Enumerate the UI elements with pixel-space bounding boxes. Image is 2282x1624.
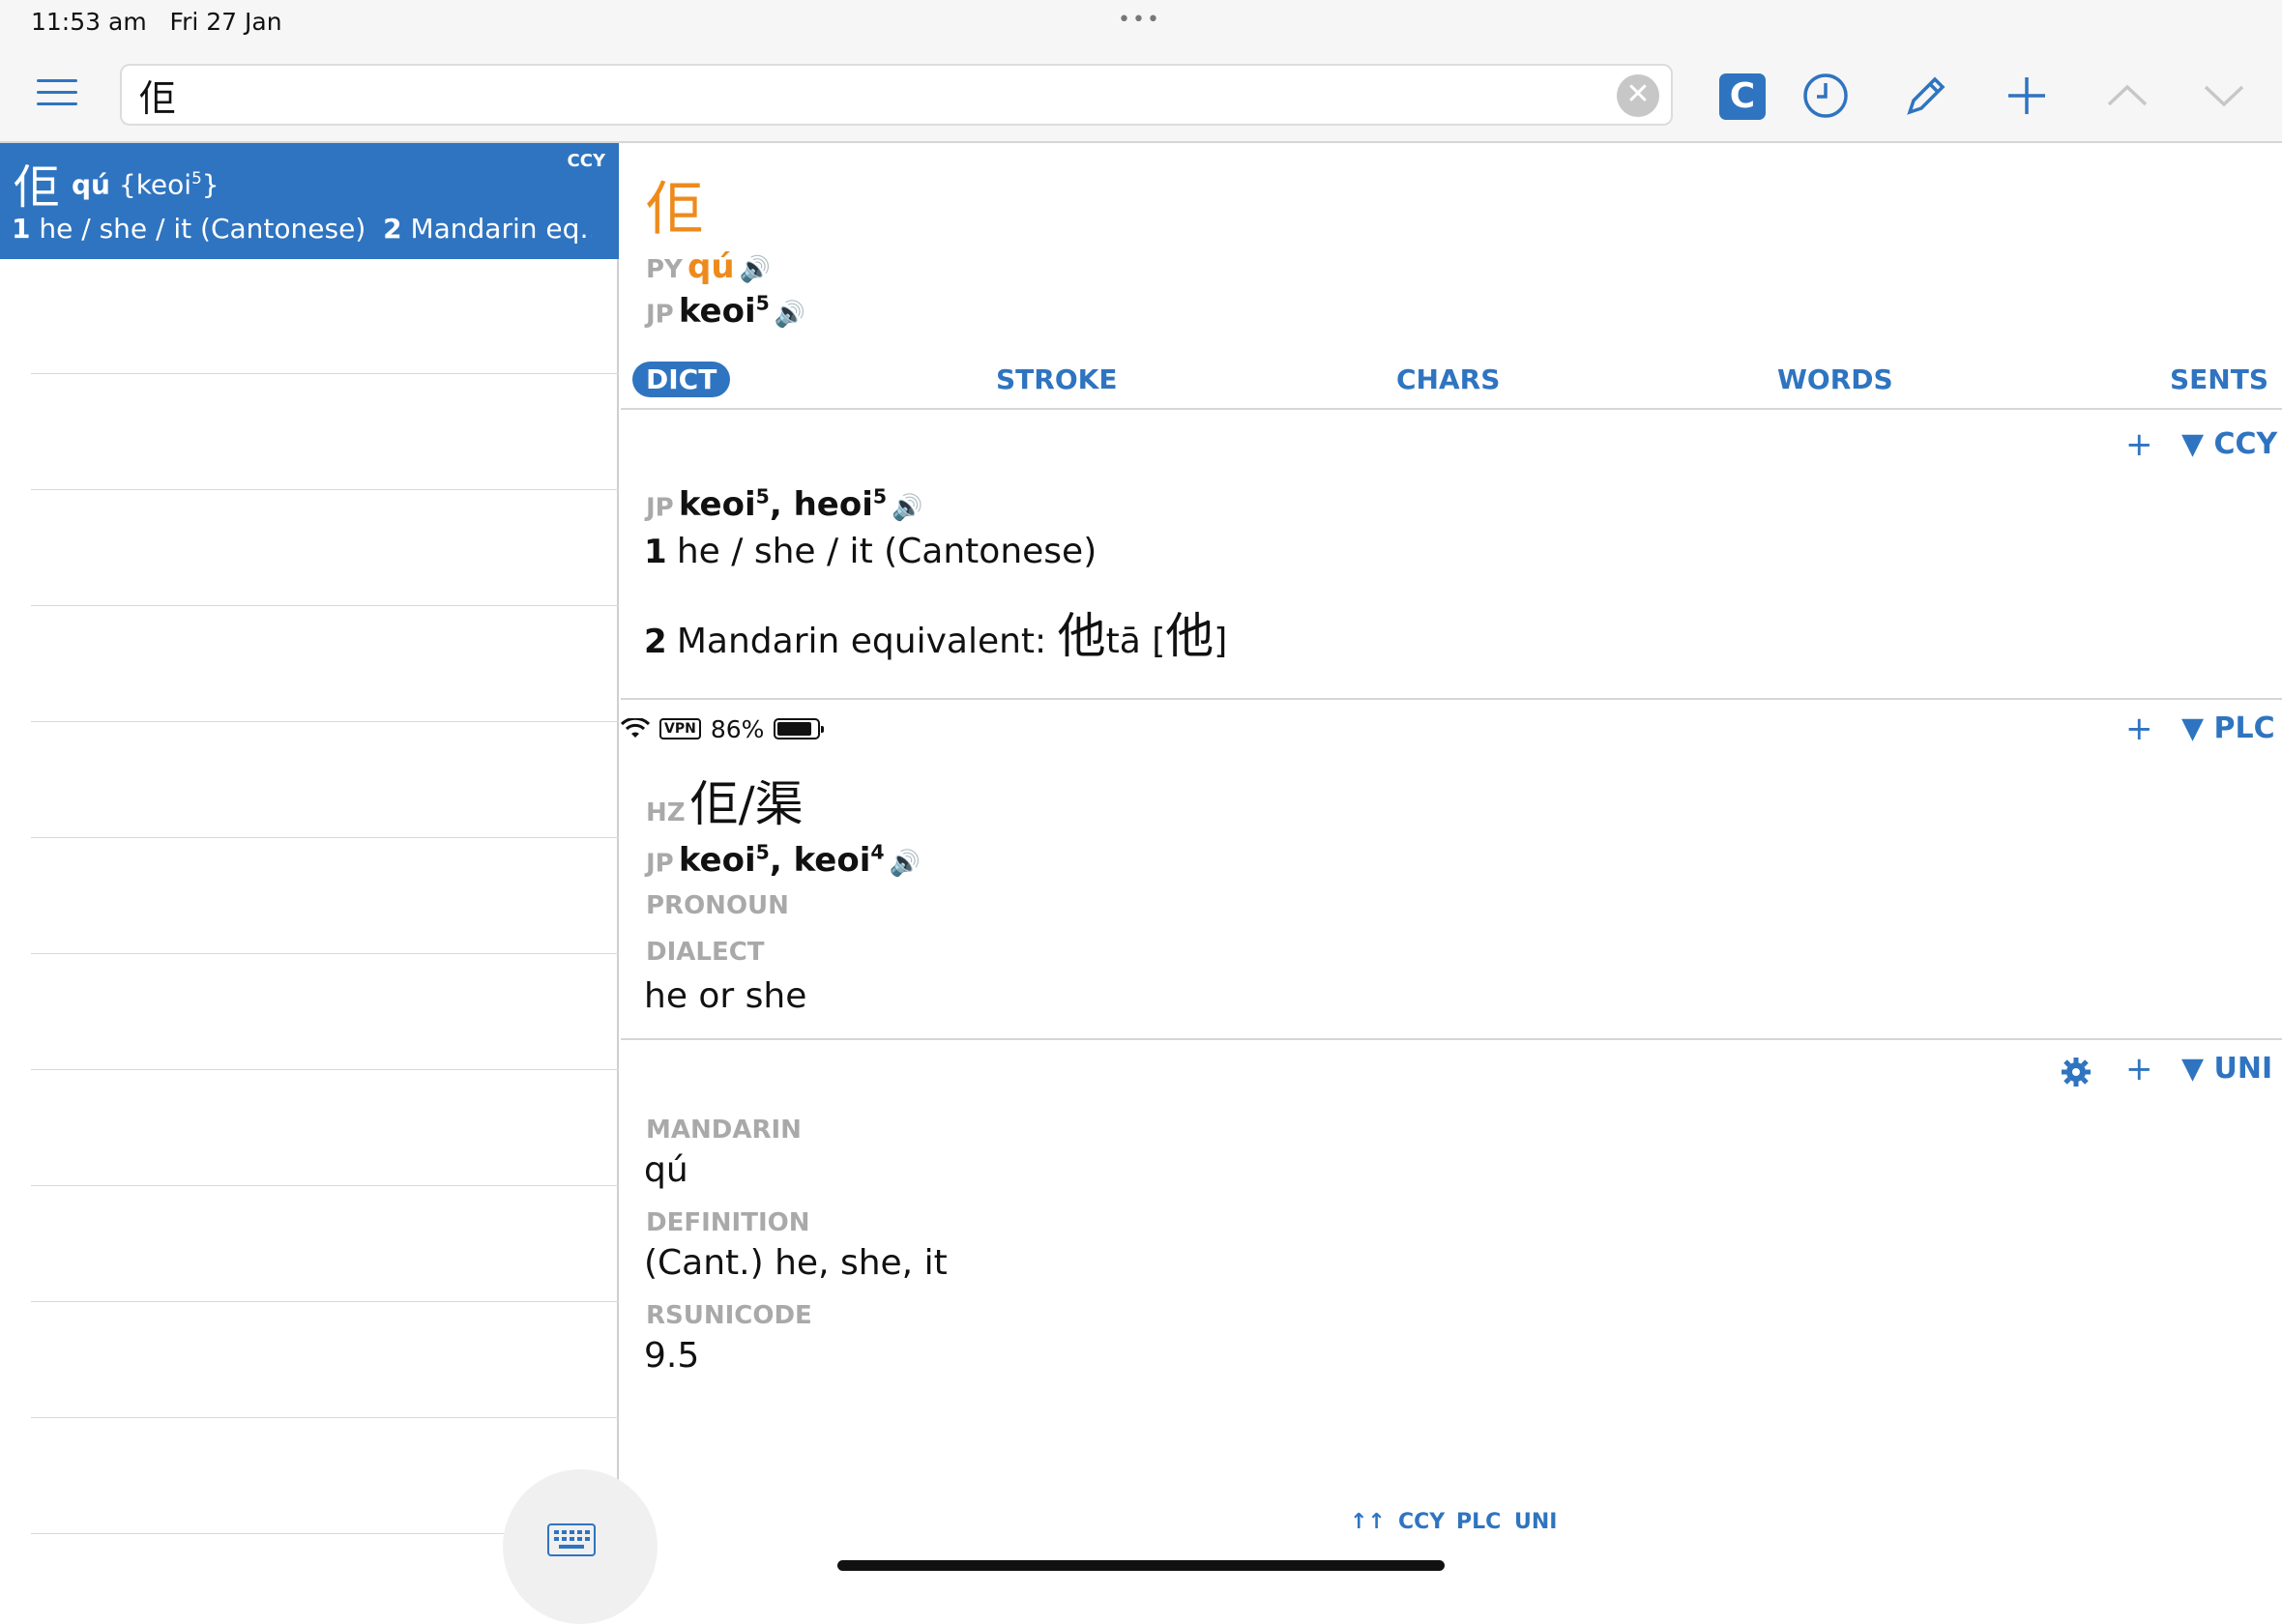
list-separator bbox=[31, 1417, 619, 1418]
speaker-icon[interactable]: 🔊 bbox=[892, 493, 922, 522]
result-source-tag: CCY bbox=[567, 151, 605, 171]
chevron-down-icon[interactable] bbox=[2199, 72, 2249, 122]
add-to-list-button[interactable]: + bbox=[2125, 425, 2153, 464]
pinyin-value: qú bbox=[687, 247, 735, 286]
list-separator bbox=[31, 721, 619, 722]
plc-section: + ▼ PLC HZ 佢/渠 JP keoi5, keoi4 🔊 PRONOUN… bbox=[621, 702, 2282, 1040]
section-divider bbox=[621, 1038, 2282, 1040]
definition-label: DEFINITION bbox=[646, 1208, 810, 1237]
entry-jyutping-row: JP keoi5 🔊 bbox=[646, 292, 805, 331]
tab-chars[interactable]: CHARS bbox=[1396, 363, 1500, 395]
settings-gear-icon[interactable] bbox=[2060, 1056, 2092, 1092]
history-icon[interactable] bbox=[1800, 72, 1851, 122]
entry-headword: 佢 bbox=[646, 176, 704, 244]
menu-icon[interactable] bbox=[37, 79, 77, 110]
list-separator bbox=[31, 1185, 619, 1186]
status-time: 11:53 am Fri 27 Jan bbox=[31, 8, 282, 36]
tab-dict[interactable]: DICT bbox=[632, 362, 731, 397]
status-date: Fri 27 Jan bbox=[169, 8, 282, 36]
tab-words[interactable]: WORDS bbox=[1777, 363, 1893, 395]
uni-collapse-toggle[interactable]: ▼ UNI bbox=[2181, 1052, 2272, 1086]
part-of-speech-label: PRONOUN bbox=[646, 891, 789, 920]
scroll-top-link[interactable]: ↑↑ bbox=[1350, 1510, 1386, 1534]
list-separator bbox=[31, 1069, 619, 1070]
result-headword: 佢 bbox=[14, 160, 61, 215]
mandarin-value: qú bbox=[644, 1150, 688, 1190]
home-indicator[interactable] bbox=[837, 1560, 1445, 1571]
speaker-icon[interactable]: 🔊 bbox=[775, 300, 805, 329]
ccy-definition-1: 1 he / she / it (Cantonese) bbox=[644, 532, 1097, 571]
jp-label: JP bbox=[646, 300, 674, 330]
character-set-button[interactable]: C bbox=[1719, 73, 1766, 120]
section-divider bbox=[621, 698, 2282, 700]
chevron-up-icon[interactable] bbox=[2102, 72, 2152, 122]
add-icon[interactable] bbox=[2002, 72, 2052, 122]
result-row-selected[interactable]: 佢 qú {keoi5} CCY 1 he / she / it (Canton… bbox=[0, 143, 619, 259]
keyboard-icon[interactable] bbox=[547, 1523, 596, 1556]
rsunicode-label: RSUNICODE bbox=[646, 1301, 812, 1330]
plc-collapse-toggle[interactable]: ▼ PLC bbox=[2181, 711, 2275, 745]
entry-tabs: DICT STROKE CHARS WORDS SENTS bbox=[621, 352, 2282, 410]
result-reading: qú {keoi5} bbox=[72, 168, 219, 201]
list-separator bbox=[31, 605, 619, 606]
list-separator bbox=[31, 489, 619, 490]
jyutping-value: keoi5 bbox=[678, 292, 770, 332]
ccy-jyutping-row: JP keoi5, heoi5 🔊 bbox=[646, 485, 923, 525]
pencil-icon[interactable] bbox=[1901, 72, 1951, 122]
list-separator bbox=[31, 373, 619, 374]
ccy-collapse-toggle[interactable]: ▼ CCY bbox=[2181, 427, 2277, 461]
search-field[interactable] bbox=[120, 64, 1673, 126]
mandarin-label: MANDARIN bbox=[646, 1116, 802, 1145]
list-separator bbox=[31, 1301, 619, 1302]
search-input[interactable] bbox=[122, 66, 1572, 124]
entry-pinyin-row: PY qú 🔊 bbox=[646, 247, 771, 286]
py-label: PY bbox=[646, 255, 683, 284]
toolbar: ✕ C bbox=[0, 48, 2282, 143]
linked-hanzi[interactable]: 他 bbox=[1165, 608, 1214, 664]
plc-gloss: he or she bbox=[644, 976, 807, 1016]
add-to-list-button[interactable]: + bbox=[2125, 710, 2153, 748]
speaker-icon[interactable]: 🔊 bbox=[890, 849, 921, 878]
jump-plc-link[interactable]: PLC bbox=[1456, 1510, 1501, 1534]
rsunicode-value: 9.5 bbox=[644, 1336, 700, 1376]
entry-panel: 佢 PY qú 🔊 JP keoi5 🔊 DICT STROKE CHARS W… bbox=[621, 143, 2282, 1585]
list-separator bbox=[31, 837, 619, 838]
result-definition: 1 he / she / it (Cantonese) 2 Mandarin e… bbox=[12, 213, 592, 245]
clear-search-icon[interactable]: ✕ bbox=[1617, 74, 1659, 117]
definition-value: (Cant.) he, she, it bbox=[644, 1243, 948, 1283]
add-to-list-button[interactable]: + bbox=[2125, 1050, 2153, 1088]
register-label: DIALECT bbox=[646, 938, 765, 967]
jump-uni-link[interactable]: UNI bbox=[1514, 1510, 1557, 1534]
tab-stroke[interactable]: STROKE bbox=[996, 363, 1117, 395]
tab-sents[interactable]: SENTS bbox=[2170, 363, 2268, 395]
jump-ccy-link[interactable]: CCY bbox=[1398, 1510, 1445, 1534]
results-list: 佢 qú {keoi5} CCY 1 he / she / it (Canton… bbox=[0, 143, 658, 1624]
plc-hanzi-row: HZ 佢/渠 bbox=[646, 776, 804, 832]
speaker-icon[interactable]: 🔊 bbox=[740, 255, 771, 284]
status-bar: 11:53 am Fri 27 Jan ••• VPN 86% bbox=[0, 0, 2282, 743]
plc-jyutping-row: JP keoi5, keoi4 🔊 bbox=[646, 841, 922, 881]
ccy-definition-2: 2 Mandarin equivalent: 他tā [他] bbox=[644, 608, 1228, 664]
linked-hanzi[interactable]: 他 bbox=[1058, 608, 1106, 664]
list-separator bbox=[31, 953, 619, 954]
uni-section: + ▼ UNI MANDARIN qú DEFINITION (Cant.) h… bbox=[621, 1042, 2282, 1448]
